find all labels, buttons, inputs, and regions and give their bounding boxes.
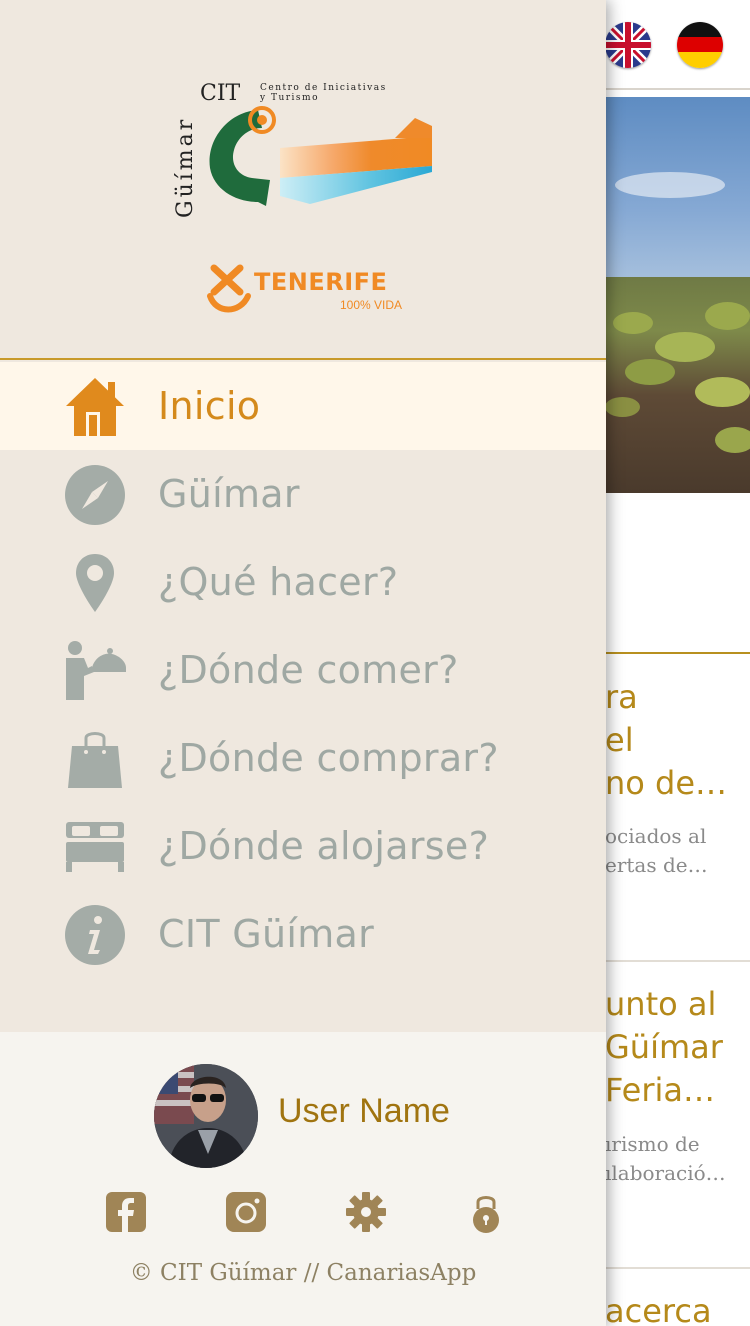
cit-logo-subtitle: Centro de Iniciativas: [260, 83, 387, 93]
menu-item-label: CIT Güímar: [158, 912, 375, 956]
card-divider: [605, 960, 750, 962]
news-card-excerpt: ociados al ertas de…: [605, 824, 708, 877]
cit-logo-subtitle: y Turismo: [259, 93, 319, 103]
drawer-menu: Inicio Güímar ¿Qué hacer? ¿Dónde comer? …: [0, 362, 606, 978]
menu-item-label: ¿Dónde comprar?: [158, 736, 499, 780]
menu-item-label: ¿Dónde comer?: [158, 648, 459, 692]
home-icon: [64, 376, 126, 438]
menu-item-donde-comprar[interactable]: ¿Dónde comprar?: [0, 714, 606, 802]
copyright-text: © CIT Güímar // CanariasApp: [129, 1260, 477, 1286]
drawer-footer: User Name © CIT Güímar // CanariasApp: [0, 1032, 606, 1326]
user-name: User Name: [278, 1092, 450, 1130]
instagram-icon[interactable]: [224, 1190, 268, 1234]
navigation-drawer: CIT Centro de Iniciativas y Turismo Güím…: [0, 0, 606, 1326]
news-card-excerpt: ırismo de ılaboració…: [605, 1132, 726, 1185]
card-divider: [605, 1267, 750, 1269]
english-flag-icon[interactable]: [605, 22, 651, 68]
lock-icon[interactable]: [464, 1190, 508, 1234]
location-pin-icon: [64, 552, 126, 614]
hero-image: [605, 97, 750, 493]
menu-item-donde-alojarse[interactable]: ¿Dónde alojarse?: [0, 802, 606, 890]
menu-item-label: ¿Dónde alojarse?: [158, 824, 490, 868]
menu-item-que-hacer[interactable]: ¿Qué hacer?: [0, 538, 606, 626]
menu-item-label: ¿Qué hacer?: [158, 560, 399, 604]
menu-item-label: Inicio: [158, 384, 261, 428]
tenerife-tagline: 100% VIDA: [340, 298, 403, 312]
menu-item-donde-comer[interactable]: ¿Dónde comer?: [0, 626, 606, 714]
cit-logo-vertical: Güímar: [173, 117, 198, 218]
info-icon: [64, 904, 126, 966]
avatar[interactable]: [154, 1064, 258, 1168]
news-card-title[interactable]: acerca: [605, 1290, 750, 1326]
facebook-icon[interactable]: [104, 1190, 148, 1234]
tenerife-logo: TENERIFE 100% VIDA: [206, 262, 406, 318]
german-flag-icon[interactable]: [677, 22, 723, 68]
tenerife-wordmark: TENERIFE: [254, 268, 388, 296]
compass-icon: [64, 464, 126, 526]
menu-item-guimar[interactable]: Güímar: [0, 450, 606, 538]
section-divider: [605, 652, 750, 654]
cit-logo-brand: CIT: [200, 81, 241, 106]
menu-item-inicio[interactable]: Inicio: [0, 362, 606, 450]
shopping-bag-icon: [64, 728, 126, 790]
bed-icon: [64, 816, 126, 878]
drawer-header: CIT Centro de Iniciativas y Turismo Güím…: [0, 0, 606, 360]
settings-icon[interactable]: [344, 1190, 388, 1234]
menu-item-cit-guimar[interactable]: CIT Güímar: [0, 890, 606, 978]
menu-item-label: Güímar: [158, 472, 300, 516]
news-card-title[interactable]: unto al Güímar Feria…: [605, 983, 750, 1112]
waiter-icon: [64, 640, 126, 702]
cit-guimar-logo: CIT Centro de Iniciativas y Turismo Güím…: [173, 81, 432, 218]
news-card-title[interactable]: ra el no de…: [605, 676, 750, 805]
